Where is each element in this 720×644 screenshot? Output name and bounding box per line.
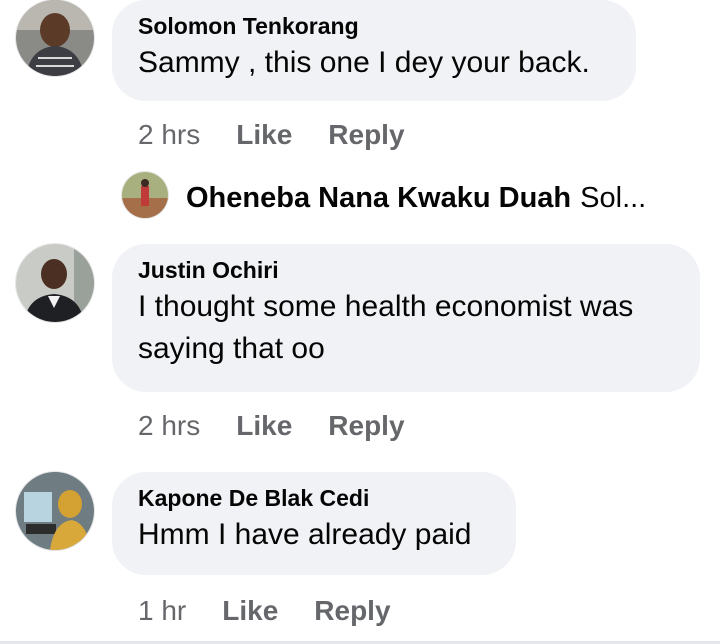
profile-photo-oheneba (122, 172, 168, 218)
comment-timestamp[interactable]: 2 hrs (138, 119, 200, 151)
reply-button[interactable]: Reply (314, 595, 390, 627)
reply-button[interactable]: Reply (328, 410, 404, 442)
avatar[interactable] (16, 472, 94, 550)
reply-button[interactable]: Reply (328, 119, 404, 151)
comment-text: I thought some health economist was sayi… (138, 290, 634, 365)
comment-author[interactable]: Kapone De Blak Cedi (138, 484, 492, 512)
reply-preview[interactable]: Oheneba Nana Kwaku Duah Sol... (186, 178, 646, 218)
like-button[interactable]: Like (236, 410, 292, 442)
reply-snippet: Sol... (580, 181, 647, 214)
comment-timestamp[interactable]: 2 hrs (138, 410, 200, 442)
comment-author[interactable]: Solomon Tenkorang (138, 12, 612, 40)
comment-actions: 1 hr Like Reply (138, 592, 391, 630)
like-button[interactable]: Like (222, 595, 278, 627)
profile-photo-kapone (16, 472, 94, 550)
comment-bubble: Justin Ochiri I thought some health econ… (112, 244, 700, 392)
comment-text: Sammy , this one I dey your back. (138, 46, 590, 79)
reply-avatar[interactable] (122, 172, 168, 218)
comment-text: Hmm I have already paid (138, 518, 472, 551)
like-button[interactable]: Like (236, 119, 292, 151)
avatar[interactable] (16, 244, 94, 322)
comment-timestamp[interactable]: 1 hr (138, 595, 186, 627)
profile-photo-solomon (16, 0, 94, 76)
comment-actions: 2 hrs Like Reply (138, 407, 405, 445)
profile-photo-justin (16, 244, 94, 322)
avatar[interactable] (16, 0, 94, 76)
comment-bubble: Kapone De Blak Cedi Hmm I have already p… (112, 472, 516, 575)
comment-bubble: Solomon Tenkorang Sammy , this one I dey… (112, 0, 636, 101)
comment-actions: 2 hrs Like Reply (138, 116, 405, 154)
reply-author[interactable]: Oheneba Nana Kwaku Duah (186, 182, 571, 215)
comment-author[interactable]: Justin Ochiri (138, 256, 676, 284)
